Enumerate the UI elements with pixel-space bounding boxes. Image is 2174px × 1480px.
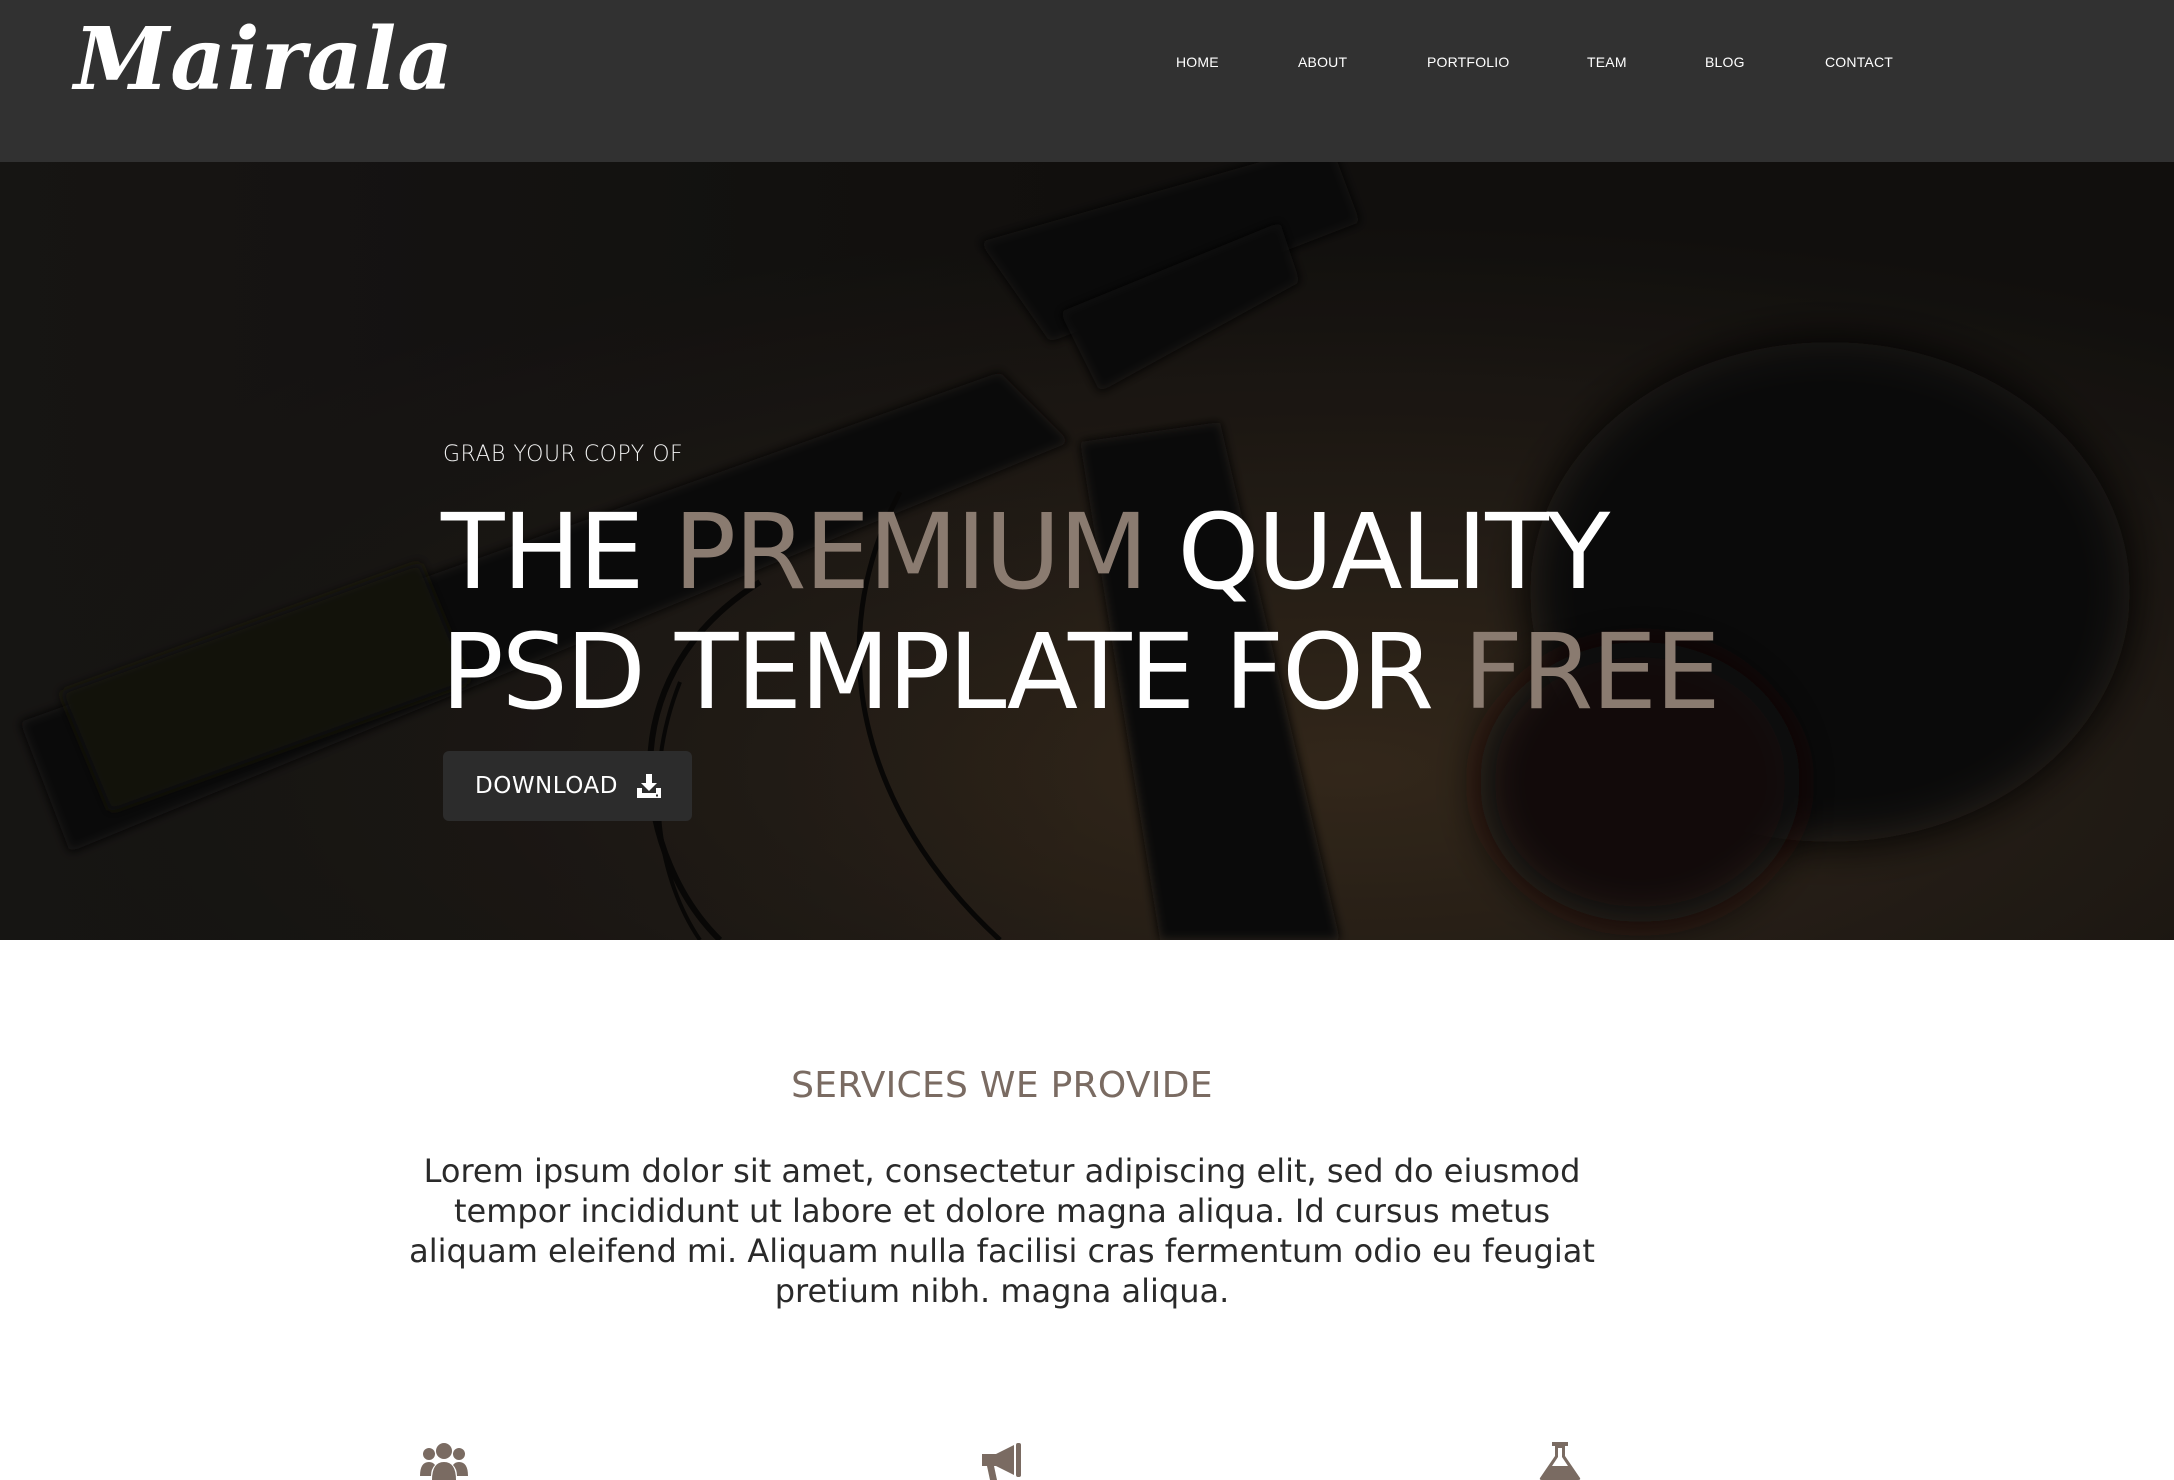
nav-item-team[interactable]: TEAM — [1587, 52, 1627, 72]
nav-item-portfolio[interactable]: PORTFOLIO — [1427, 52, 1509, 72]
hero-headline-accent: FREE — [1463, 611, 1721, 733]
download-button[interactable]: DOWNLOAD — [443, 751, 692, 821]
hero-headline-text: PSD TEMPLATE FOR — [441, 611, 1464, 733]
services-description: Lorem ipsum dolor sit amet, consectetur … — [409, 1152, 1595, 1310]
hero-kicker: GRAB YOUR COPY OF — [443, 442, 684, 467]
hero-headline-accent: PREMIUM — [673, 491, 1149, 613]
site-header: Mairala HOME ABOUT PORTFOLIO TEAM BLOG C… — [0, 0, 2174, 162]
nav-item-home[interactable]: HOME — [1176, 52, 1219, 72]
hero-headline-line-1: THE PREMIUM QUALITY — [441, 492, 1719, 612]
nav-item-contact[interactable]: CONTACT — [1825, 52, 1893, 72]
main-nav: HOME ABOUT PORTFOLIO TEAM BLOG CONTACT — [0, 52, 2174, 74]
nav-item-about[interactable]: ABOUT — [1298, 52, 1347, 72]
hero-headline: THE PREMIUM QUALITY PSD TEMPLATE FOR FRE… — [441, 492, 1721, 733]
download-icon — [636, 773, 662, 799]
hero-headline-line-2: PSD TEMPLATE FOR FREE — [441, 611, 1721, 733]
services-section: SERVICES WE PROVIDE Lorem ipsum dolor si… — [0, 940, 2174, 1480]
nav-item-blog[interactable]: BLOG — [1705, 52, 1745, 72]
hero-section: GRAB YOUR COPY OF THE PREMIUM QUALITY PS… — [0, 162, 2174, 940]
download-button-label: DOWNLOAD — [475, 773, 618, 799]
hero-headline-text: QUALITY — [1146, 491, 1611, 613]
flask-icon — [1536, 1442, 1584, 1480]
megaphone-icon — [980, 1442, 1028, 1480]
users-icon — [420, 1442, 468, 1480]
services-title: SERVICES WE PROVIDE — [791, 1065, 1213, 1106]
hero-headline-text: THE — [441, 491, 674, 613]
